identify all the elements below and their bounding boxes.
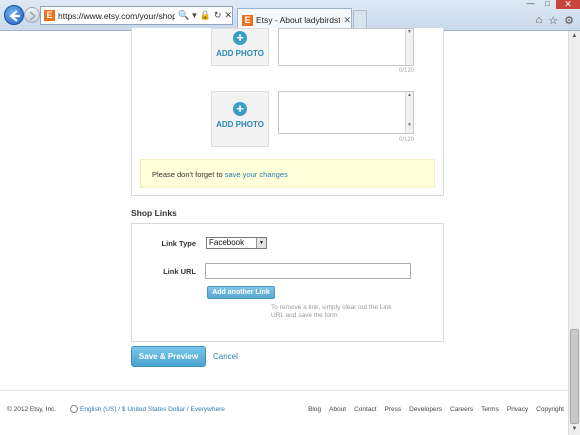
scrollbar-thumb[interactable] — [570, 329, 579, 424]
address-bar[interactable]: E https://www.etsy.com/your/shops/ladybi… — [40, 6, 233, 25]
search-icon[interactable]: 🔍 — [178, 10, 189, 21]
tab-title: Etsy - About ladybirdstitch... — [256, 15, 341, 25]
save-changes-link[interactable]: save your changes — [225, 170, 288, 179]
photo-caption-textarea[interactable]: ▲ ▼ — [278, 91, 414, 134]
add-photo-label: ADD PHOTO — [216, 49, 264, 58]
plus-icon: + — [233, 31, 247, 45]
link-type-select[interactable]: Facebook ▼ — [206, 237, 267, 249]
scroll-down-icon[interactable]: ▼ — [569, 424, 580, 435]
home-icon[interactable]: ⌂ — [536, 14, 543, 27]
forward-arrow-icon — [29, 11, 37, 21]
add-another-link-button[interactable]: Add another Link — [207, 286, 275, 299]
browser-chrome: E https://www.etsy.com/your/shops/ladybi… — [0, 0, 580, 31]
textarea-scrollbar[interactable]: ▲ ▼ — [405, 92, 413, 133]
textarea-scrollbar[interactable]: ▼ — [405, 29, 413, 65]
refresh-icon[interactable]: ↻ — [214, 10, 222, 21]
footer-link-blog[interactable]: Blog — [308, 406, 321, 413]
chevron-down-icon[interactable]: ▼ — [256, 238, 266, 248]
forward-button[interactable] — [24, 7, 40, 23]
caption-char-counter: 0/120 — [399, 137, 415, 143]
etsy-favicon-icon: E — [44, 10, 55, 21]
toolbar-icons: ⌂ ☆ ⚙ — [536, 14, 574, 27]
add-photo-button[interactable]: + ADD PHOTO — [211, 91, 269, 147]
globe-icon — [70, 405, 78, 413]
link-url-label: Link URL — [163, 267, 196, 276]
minimize-button[interactable]: — — [522, 0, 539, 9]
footer-link-about[interactable]: About — [329, 406, 346, 413]
maximize-button[interactable]: □ — [539, 0, 556, 9]
footer-link-privacy[interactable]: Privacy — [507, 406, 528, 413]
footer-link-careers[interactable]: Careers — [450, 406, 473, 413]
remove-link-hint: To remove a link, simply clear out the L… — [271, 304, 392, 319]
add-photo-label: ADD PHOTO — [216, 120, 264, 129]
footer-link-contact[interactable]: Contact — [354, 406, 376, 413]
footer-link-developers[interactable]: Developers — [409, 406, 442, 413]
footer-divider — [0, 390, 568, 391]
tab-close-icon[interactable]: ✕ — [343, 15, 351, 26]
scroll-up-icon[interactable]: ▲ — [569, 31, 580, 42]
footer-link-press[interactable]: Press — [385, 406, 402, 413]
caption-char-counter: 0/120 — [399, 68, 415, 74]
lock-icon[interactable]: 🔒 — [200, 10, 211, 21]
link-url-input[interactable] — [205, 263, 411, 279]
save-preview-button[interactable]: Save & Preview — [131, 346, 206, 367]
footer-link-copyright[interactable]: Copyright — [536, 406, 564, 413]
footer-copyright: © 2012 Etsy, Inc. — [7, 406, 57, 413]
shop-links-heading: Shop Links — [131, 208, 177, 218]
footer-locale-link[interactable]: English (US) / $ United States Dollar / … — [80, 406, 225, 413]
back-button[interactable] — [4, 5, 24, 25]
link-type-label: Link Type — [161, 239, 196, 248]
notice-text: Please don't forget to — [152, 170, 225, 179]
gear-icon[interactable]: ⚙ — [564, 14, 574, 27]
window-close-button[interactable]: ✕ — [556, 0, 580, 9]
plus-icon: + — [233, 102, 247, 116]
footer-links: Blog About Contact Press Developers Care… — [308, 406, 564, 413]
address-url[interactable]: https://www.etsy.com/your/shops/ladybird… — [58, 11, 175, 21]
link-type-value: Facebook — [209, 238, 245, 247]
etsy-favicon-icon: E — [242, 14, 253, 26]
shop-links-panel: Link Type Facebook ▼ Link URL Add anothe… — [131, 223, 444, 342]
photo-caption-textarea[interactable]: ▼ — [278, 28, 414, 66]
address-bar-icons: 🔍 ▾ 🔒 ↻ ✕ — [178, 10, 232, 21]
stop-icon[interactable]: ✕ — [224, 10, 232, 21]
back-arrow-icon — [9, 10, 20, 22]
dropdown-icon[interactable]: ▾ — [192, 10, 197, 21]
page-scrollbar[interactable]: ▲ ▼ — [568, 31, 580, 435]
new-tab-button[interactable] — [353, 10, 367, 29]
save-reminder-notice: Please don't forget to save your changes — [140, 159, 435, 188]
cancel-link[interactable]: Cancel — [213, 352, 238, 361]
footer-link-terms[interactable]: Terms — [481, 406, 499, 413]
add-photo-button[interactable]: + ADD PHOTO — [211, 28, 269, 66]
favorites-star-icon[interactable]: ☆ — [548, 14, 558, 27]
